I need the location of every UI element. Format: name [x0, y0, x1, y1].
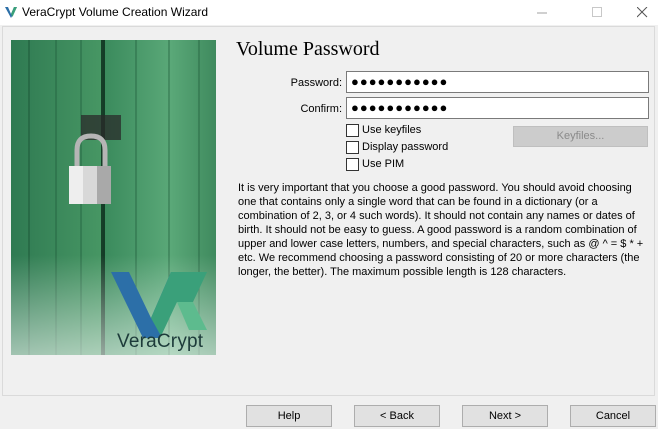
minimize-icon — [537, 12, 547, 14]
next-button[interactable]: Next > — [462, 405, 548, 427]
help-button[interactable]: Help — [246, 405, 332, 427]
checkbox-box[interactable] — [346, 141, 359, 154]
password-advice-text: It is very important that you choose a g… — [238, 182, 644, 278]
title-bar: VeraCrypt Volume Creation Wizard — [0, 0, 658, 25]
maximize-icon — [592, 7, 602, 17]
page-title: Volume Password — [236, 38, 380, 60]
confirm-password-input[interactable]: ●●●●●●●●●●● — [346, 97, 649, 119]
password-label: Password: — [290, 77, 342, 89]
back-button[interactable]: < Back — [354, 405, 440, 427]
use-pim-label: Use PIM — [362, 158, 405, 170]
password-input[interactable]: ●●●●●●●●●●● — [346, 71, 649, 93]
wizard-side-image — [11, 40, 216, 355]
minimize-button[interactable] — [520, 0, 566, 25]
veracrypt-logo-icon — [4, 5, 18, 19]
window-title: VeraCrypt Volume Creation Wizard — [22, 5, 209, 19]
maximize-button[interactable] — [575, 0, 621, 25]
checkbox-box[interactable] — [346, 158, 359, 171]
close-icon — [637, 7, 648, 18]
veracrypt-brand-text: VeraCrypt — [117, 331, 204, 352]
display-password-label: Display password — [362, 141, 449, 153]
use-keyfiles-label: Use keyfiles — [362, 124, 422, 136]
keyfiles-button[interactable]: Keyfiles... — [513, 126, 648, 147]
confirm-label: Confirm: — [300, 103, 342, 115]
checkbox-box[interactable] — [346, 124, 359, 137]
cancel-button[interactable]: Cancel — [570, 405, 656, 427]
close-button[interactable] — [620, 0, 658, 25]
